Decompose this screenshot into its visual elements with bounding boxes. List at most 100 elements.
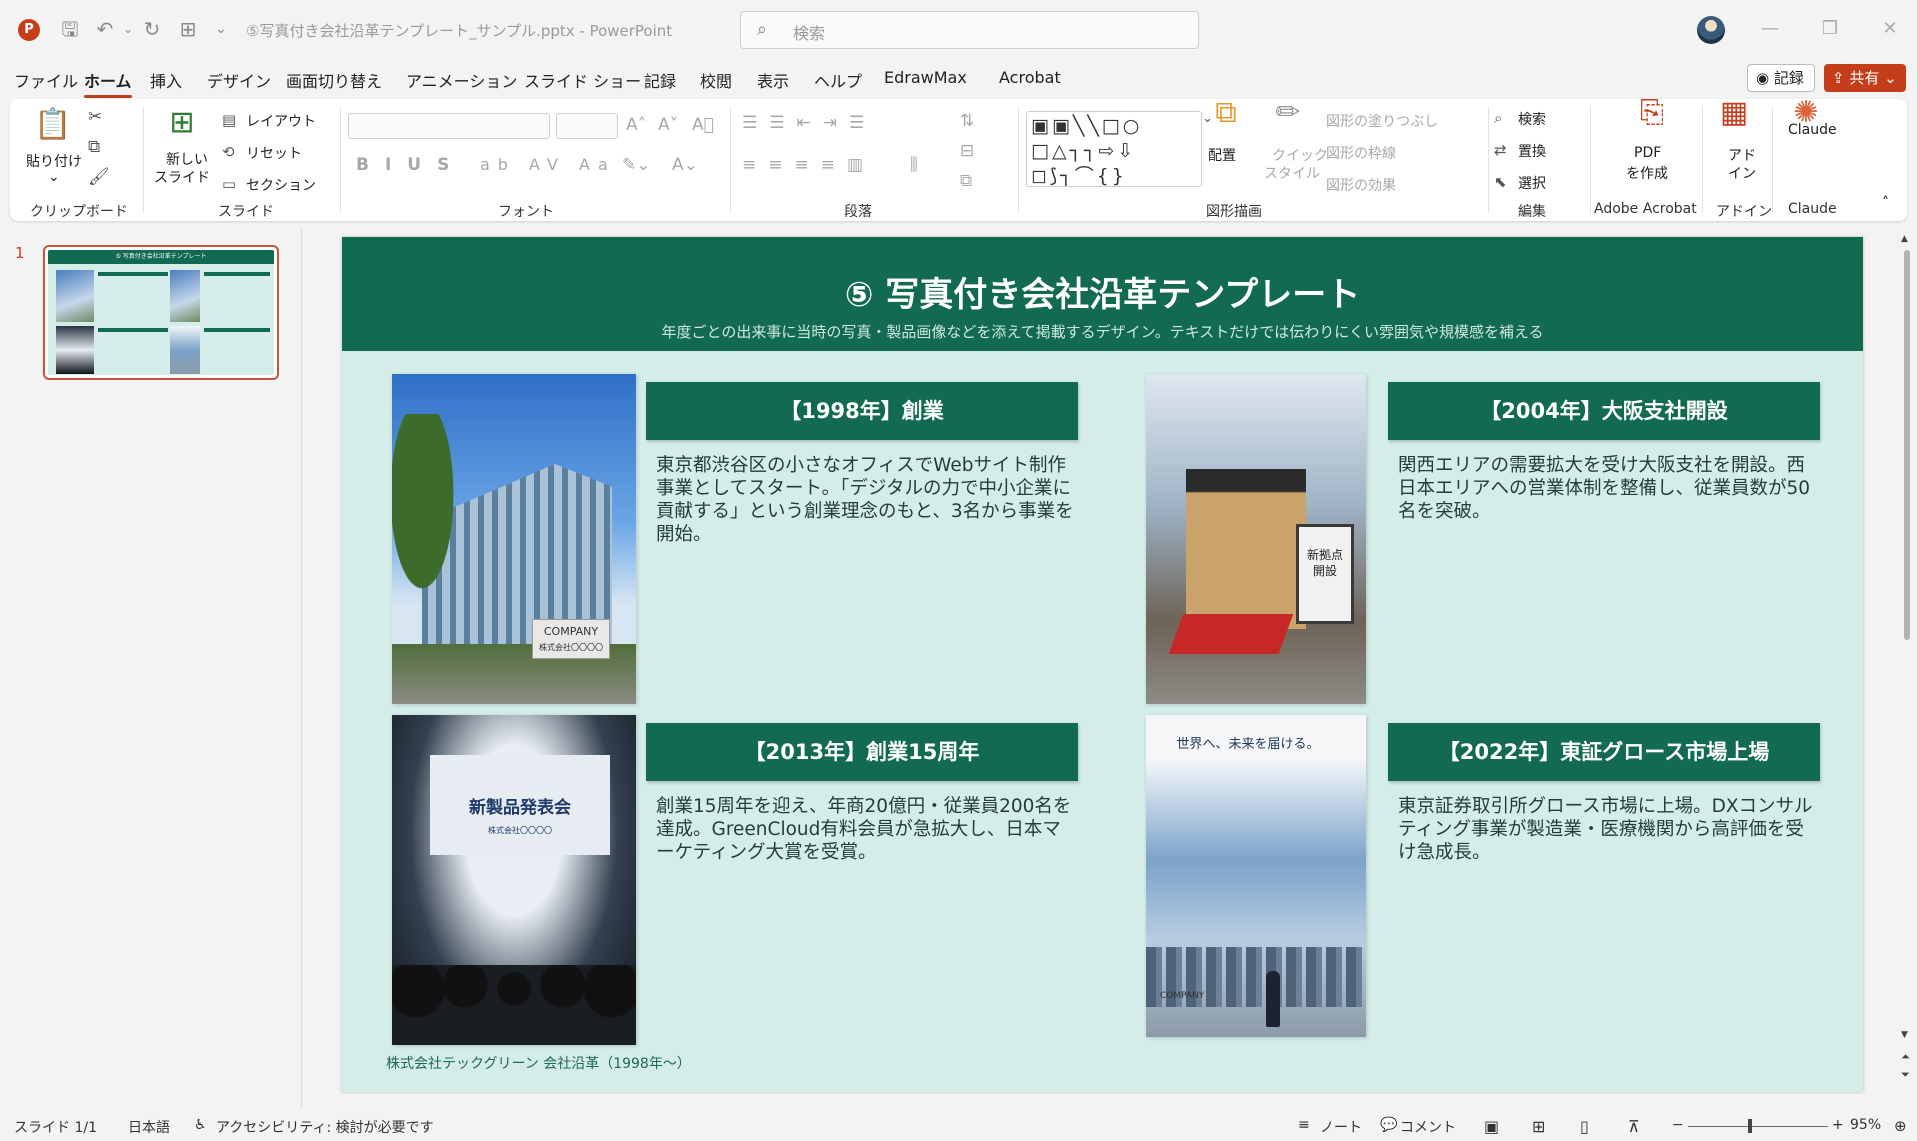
arrange-icon[interactable]: ⧉ — [1206, 95, 1246, 130]
event-heading[interactable]: 【1998年】創業 — [646, 382, 1078, 440]
comments-button[interactable]: コメント — [1400, 1117, 1456, 1137]
accessibility-status[interactable]: アクセシビリティ: 検討が必要です — [216, 1117, 434, 1137]
slide-sorter-icon[interactable]: ⊞ — [1532, 1117, 1545, 1136]
copy-icon[interactable]: ⧉ — [88, 137, 100, 157]
cut-icon[interactable]: ✂ — [88, 107, 102, 127]
new-slide-button-line1[interactable]: 新しい — [166, 149, 208, 169]
select-button[interactable]: 選択 — [1518, 173, 1546, 193]
record-button[interactable]: ◉ 記録 — [1747, 64, 1815, 92]
event-description[interactable]: 関西エリアの需要拡大を受け大阪支社を開設。西日本エリアへの営業体制を整備し、従業… — [1398, 454, 1818, 523]
paste-icon[interactable]: 📋 — [34, 107, 71, 142]
slide-thumbnail[interactable]: ⑤ 写真付き会社沿革テンプレート — [43, 245, 279, 380]
align-icons[interactable]: ≡≡≡≡▥ — [742, 155, 875, 175]
tab-review[interactable]: 校閲 — [700, 68, 732, 92]
shape-fill-button[interactable]: 図形の塗りつぶし — [1326, 111, 1438, 131]
event-description[interactable]: 創業15周年を迎え、年商20億円・従業員200名を達成。GreenCloud有料… — [656, 795, 1076, 864]
list-icons[interactable]: ☰☰⇤⇥☰ — [742, 113, 876, 133]
undo-dropdown-icon[interactable]: ⌄ — [115, 16, 141, 42]
arrange-button[interactable]: 配置 — [1208, 145, 1236, 165]
collapse-ribbon-icon[interactable]: ˄ — [1882, 195, 1889, 211]
addins-button-line2[interactable]: イン — [1728, 163, 1756, 183]
fit-slide-icon[interactable]: ⊕ — [1894, 1117, 1907, 1135]
font-family-select[interactable] — [348, 113, 550, 139]
scrollbar-thumb[interactable] — [1904, 250, 1910, 640]
create-pdf-button-line2[interactable]: を作成 — [1626, 163, 1668, 183]
format-painter-icon[interactable]: 🖌 — [88, 167, 110, 187]
text-format-icons[interactable]: BIUS — [356, 155, 465, 175]
tab-slideshow[interactable]: スライド ショー — [524, 68, 641, 92]
new-slide-button-line2[interactable]: スライド — [154, 167, 210, 187]
create-pdf-icon[interactable]: ⎘ — [1632, 95, 1672, 130]
vertical-scrollbar[interactable]: ▲ ▼ ⏶ ⏷ — [1901, 234, 1913, 1096]
slide-subtitle[interactable]: 年度ごとの出来事に当時の写真・製品画像などを添えて掲載するデザイン。テキストだけ… — [342, 321, 1863, 342]
slideshow-view-icon[interactable]: ⊼ — [1628, 1117, 1640, 1136]
replace-button[interactable]: 置換 — [1518, 141, 1546, 161]
save-icon[interactable]: 🖫 — [57, 16, 83, 42]
grow-font-icon[interactable]: A˄ — [626, 115, 646, 135]
redo-icon[interactable]: ↻ — [139, 16, 165, 42]
new-slide-icon[interactable]: ⊞ — [164, 105, 200, 140]
event-heading[interactable]: 【2022年】東証グロース市場上場 — [1388, 723, 1820, 781]
global-expansion-photo[interactable]: 世界へ、未来を届ける。 COMPANY — [1146, 715, 1366, 1037]
language-status[interactable]: 日本語 — [128, 1117, 170, 1137]
event-description[interactable]: 東京証券取引所グロース市場に上場。DXコンサルティング事業が製造業・医療機関から… — [1398, 795, 1818, 864]
paste-dropdown-icon[interactable]: ⌄ — [48, 169, 60, 185]
shape-outline-button[interactable]: 図形の枠線 — [1326, 143, 1396, 163]
event-description[interactable]: 東京都渋谷区の小さなオフィスでWebサイト制作事業としてスタート。「デジタルの力… — [656, 454, 1076, 546]
tab-record[interactable]: 記録 — [644, 68, 676, 92]
addins-icon[interactable]: ▦ — [1714, 95, 1754, 130]
slide-footer[interactable]: 株式会社テックグリーン 会社沿革（1998年〜） — [386, 1053, 691, 1073]
text-direction-icon[interactable]: ⇅ — [960, 111, 974, 131]
scroll-down-icon[interactable]: ▼ — [1901, 1030, 1908, 1040]
clear-format-icon[interactable]: A⃠ — [692, 115, 714, 135]
tab-view[interactable]: 表示 — [757, 68, 789, 92]
tab-help[interactable]: ヘルプ — [814, 68, 862, 92]
zoom-level[interactable]: 95% — [1850, 1117, 1881, 1133]
next-slide-icon[interactable]: ⏷ — [1901, 1068, 1910, 1082]
tab-transitions[interactable]: 画面切り替え — [286, 68, 382, 92]
paste-button[interactable]: 貼り付け — [26, 151, 82, 171]
normal-view-icon[interactable]: ▣ — [1484, 1117, 1499, 1136]
tab-home[interactable]: ホーム — [84, 68, 132, 98]
addins-button-line1[interactable]: アド — [1728, 145, 1756, 165]
search-box[interactable]: ⌕ 検索 — [740, 11, 1199, 49]
tab-insert[interactable]: 挿入 — [150, 68, 182, 92]
product-launch-photo[interactable]: 新製品発表会 株式会社〇〇〇〇 — [392, 715, 636, 1045]
event-heading[interactable]: 【2004年】大阪支社開設 — [1388, 382, 1820, 440]
zoom-in-icon[interactable]: + — [1832, 1117, 1844, 1133]
tab-acrobat[interactable]: Acrobat — [999, 68, 1061, 87]
notes-button[interactable]: ノート — [1320, 1117, 1362, 1137]
shapes-gallery[interactable]: ▣▣╲╲□○ □△┐┐⇨⇩ ◻⟆┐⌒{} — [1026, 111, 1202, 187]
office-building-photo[interactable]: COMPANY 株式会社〇〇〇〇 — [392, 374, 636, 704]
scroll-up-icon[interactable]: ▲ — [1901, 234, 1908, 244]
avatar[interactable] — [1697, 16, 1725, 44]
quick-styles-icon[interactable]: ✏ — [1268, 95, 1308, 130]
reset-button[interactable]: リセット — [246, 143, 302, 163]
font-size-select[interactable] — [556, 113, 618, 139]
slide-canvas[interactable]: ⑤ 写真付き会社沿革テンプレート 年度ごとの出来事に当時の写真・製品画像などを添… — [342, 237, 1863, 1092]
section-button[interactable]: セクション — [246, 175, 316, 195]
layout-button[interactable]: レイアウト — [246, 111, 316, 131]
spacing-case-icons[interactable]: ab AV Aa — [480, 155, 616, 174]
claude-button[interactable]: Claude — [1788, 122, 1837, 138]
present-icon[interactable]: ⊞ — [175, 16, 201, 42]
office-entrance-photo[interactable]: 新拠点 開設 — [1146, 374, 1366, 704]
shape-effects-button[interactable]: 図形の効果 — [1326, 175, 1396, 195]
customize-toolbar-icon[interactable]: ⌄ — [208, 16, 234, 42]
quick-styles-button-line2[interactable]: スタイル — [1264, 163, 1320, 183]
tab-edrawmax[interactable]: EdrawMax — [884, 68, 967, 87]
close-icon[interactable]: ✕ — [1870, 14, 1910, 44]
tab-design[interactable]: デザイン — [207, 68, 271, 92]
share-button[interactable]: ⇪ 共有 ⌄ — [1824, 64, 1906, 92]
columns-icon[interactable]: ⫼ — [910, 155, 918, 175]
reading-view-icon[interactable]: ▯ — [1580, 1117, 1589, 1136]
event-heading[interactable]: 【2013年】創業15周年 — [646, 723, 1078, 781]
slide-title[interactable]: ⑤ 写真付き会社沿革テンプレート — [342, 267, 1863, 316]
previous-slide-icon[interactable]: ⏶ — [1901, 1050, 1910, 1064]
align-text-icon[interactable]: ⊟ — [960, 141, 974, 161]
smartart-icon[interactable]: ⧉ — [960, 171, 972, 191]
zoom-out-icon[interactable]: − — [1672, 1117, 1684, 1133]
tab-file[interactable]: ファイル — [14, 68, 78, 92]
zoom-slider-handle[interactable] — [1748, 1119, 1752, 1133]
restore-icon[interactable]: ❐ — [1810, 14, 1850, 44]
